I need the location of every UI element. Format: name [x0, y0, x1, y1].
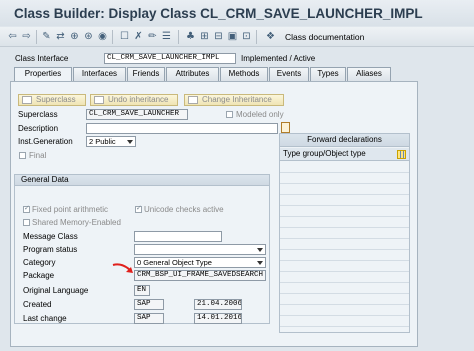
tab-events[interactable]: Events [269, 67, 309, 81]
tab-label: Aliases [356, 69, 382, 78]
description-field[interactable] [86, 123, 278, 134]
chevron-down-icon [127, 140, 133, 144]
chevron-down-icon [257, 248, 263, 252]
tab-label: Properties [24, 69, 62, 78]
chevron-down-icon [257, 261, 263, 265]
navigation-icon[interactable]: ♣ [184, 30, 197, 43]
changed-date-field[interactable]: 14.01.2016 [194, 313, 242, 324]
local-types-icon[interactable]: ⊡ [240, 30, 253, 43]
tab-attributes[interactable]: Attributes [166, 67, 219, 81]
class-status-text: Implemented / Active [241, 54, 316, 63]
button-label: Superclass [36, 95, 76, 104]
tab-label: Friends [132, 69, 160, 78]
general-data-header: General Data [15, 175, 269, 186]
change-inheritance-button[interactable]: Change Inheritance [184, 94, 284, 106]
program-status-dropdown[interactable] [134, 244, 266, 255]
edit-icon[interactable]: ✏ [146, 30, 159, 43]
unicode-label: Unicode checks active [144, 205, 224, 214]
tab-label: Interfaces [81, 69, 118, 78]
fixed-point-label: Fixed point arithmetic [32, 205, 109, 214]
tab-friends[interactable]: Friends [127, 67, 165, 81]
shared-memory-label: Shared Memory-Enabled [32, 218, 121, 227]
documentation-icon[interactable] [281, 122, 290, 133]
message-class-label: Message Class [23, 232, 78, 241]
type-group-column-header[interactable]: Type group/Object type [280, 148, 409, 161]
where-used-icon[interactable]: ⊕ [68, 30, 81, 43]
toolbar-separator [112, 30, 113, 44]
forward-icon[interactable]: ⇨ [20, 30, 33, 43]
table-settings-icon[interactable] [397, 150, 406, 159]
dropdown-value: 2 Public [89, 137, 116, 146]
compare-icon[interactable]: ⊟ [212, 30, 225, 43]
annotation-arrow-icon [112, 263, 133, 273]
tab-label: Attributes [175, 69, 210, 78]
superclass-icon [22, 96, 32, 104]
button-label: Undo inheritance [108, 95, 169, 104]
final-label: Final [29, 151, 47, 160]
superclass-field[interactable]: CL_CRM_SAVE_LAUNCHER [86, 109, 188, 120]
superclass-label: Superclass [18, 110, 58, 119]
unicode-checkbox[interactable] [135, 204, 142, 213]
original-language-field[interactable]: EN [134, 285, 150, 296]
fixed-point-checkbox[interactable] [23, 204, 30, 213]
created-date-field[interactable]: 21.04.2006 [194, 299, 242, 310]
info-icon[interactable]: ▣ [226, 30, 239, 43]
toolbar-separator [256, 30, 257, 44]
other-object-icon[interactable]: ✎ [40, 30, 53, 43]
test-icon[interactable]: ◉ [96, 30, 109, 43]
delete-icon[interactable]: ✗ [132, 30, 145, 43]
window-title: Class Builder: Display Class CL_CRM_SAVE… [14, 6, 423, 21]
change-inheritance-icon [188, 96, 198, 104]
class-documentation-button[interactable]: Class documentation [285, 32, 364, 42]
modeled-only-label: Modeled only [236, 110, 284, 119]
category-dropdown[interactable]: 0 General Object Type [134, 257, 266, 268]
original-language-label: Original Language [23, 286, 89, 295]
shared-memory-checkbox[interactable] [23, 219, 30, 226]
undo-inheritance-icon [94, 96, 104, 104]
display-change-icon[interactable]: ⇄ [54, 30, 67, 43]
category-label: Category [23, 258, 56, 267]
button-label: Change Inheritance [202, 95, 272, 104]
class-interface-label: Class Interface [15, 54, 69, 63]
superclass-button[interactable]: Superclass [18, 94, 86, 106]
description-label: Description [18, 124, 59, 133]
forward-declarations-rows[interactable] [280, 162, 409, 332]
hierarchy-icon[interactable]: ⊞ [198, 30, 211, 43]
class-interface-field[interactable]: CL_CRM_SAVE_LAUNCHER_IMPL [104, 53, 236, 64]
column-label: Type group/Object type [283, 149, 366, 158]
tab-label: Types [317, 69, 339, 78]
package-field[interactable]: CRM_BSP_UI_FRAME_SAVEDSEARCH [134, 270, 266, 281]
title-bar: Class Builder: Display Class CL_CRM_SAVE… [0, 0, 474, 26]
tab-label: Events [276, 69, 302, 78]
toolbar-separator [178, 30, 179, 44]
created-by-field[interactable]: SAP [134, 299, 164, 310]
tab-interfaces[interactable]: Interfaces [73, 67, 126, 81]
created-label: Created [23, 300, 52, 309]
forward-declarations-table: Forward declarations Type group/Object t… [279, 133, 410, 333]
inst-generation-label: Inst.Generation [18, 137, 73, 146]
check-icon[interactable]: ☐ [118, 30, 131, 43]
final-checkbox[interactable] [19, 152, 26, 159]
tab-methods[interactable]: Methods [220, 67, 268, 81]
tab-types[interactable]: Types [310, 67, 346, 81]
forward-declarations-title: Forward declarations [280, 134, 409, 147]
help-icon[interactable]: ❖ [264, 30, 277, 43]
undo-inheritance-button[interactable]: Undo inheritance [90, 94, 178, 106]
inst-generation-dropdown[interactable]: 2 Public [86, 136, 136, 147]
toolbar-separator [36, 30, 37, 44]
application-toolbar: ⇦ ⇨ ✎ ⇄ ⊕ ⊛ ◉ ☐ ✗ ✏ ☰ ♣ ⊞ ⊟ ▣ ⊡ ❖ Class … [0, 27, 474, 47]
changed-by-field[interactable]: SAP [134, 313, 164, 324]
object-list-icon[interactable]: ☰ [160, 30, 173, 43]
back-icon[interactable]: ⇦ [6, 30, 19, 43]
package-label: Package [23, 271, 55, 280]
dropdown-value: 0 General Object Type [137, 258, 212, 267]
tab-properties[interactable]: Properties [14, 67, 72, 82]
program-status-label: Program status [23, 245, 78, 254]
last-change-label: Last change [23, 314, 67, 323]
tab-aliases[interactable]: Aliases [347, 67, 391, 81]
tab-label: Methods [228, 69, 260, 78]
activate-icon[interactable]: ⊛ [82, 30, 95, 43]
modeled-only-checkbox[interactable] [226, 111, 233, 118]
message-class-field[interactable] [134, 231, 222, 242]
